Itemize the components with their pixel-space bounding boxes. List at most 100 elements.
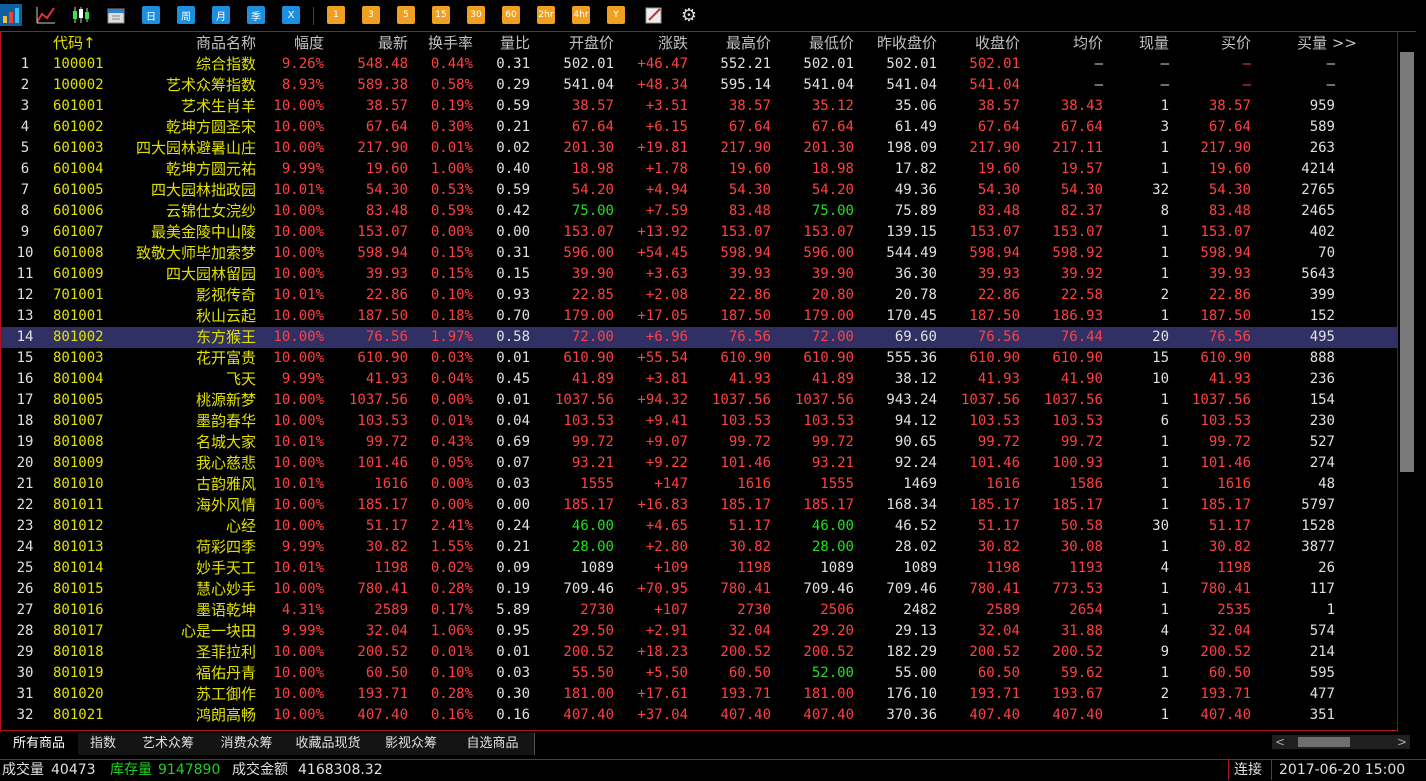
interval-15-button[interactable]: 15	[432, 6, 450, 24]
tab-2[interactable]: 艺术众筹	[128, 733, 209, 755]
table-row[interactable]: 31 801020 苏工御作 10.00% 193.71 0.28% 0.30 181.00 +…	[1, 684, 1397, 705]
table-row[interactable]: 18 801007 墨韵春华 10.00% 103.53 0.01% 0.04 103.53 +…	[1, 411, 1397, 432]
tab-3[interactable]: 消费众筹	[208, 733, 286, 755]
cell-change-pct: 10.00%	[273, 140, 324, 156]
period-day-button[interactable]: 日	[142, 6, 160, 24]
table-row[interactable]: 7 601005 四大园林拙政园 10.01% 54.30 0.53% 0.59 54.20 +…	[1, 180, 1397, 201]
settings-icon[interactable]: ⚙	[678, 5, 700, 26]
bar-chart-icon[interactable]	[0, 4, 22, 26]
table-row[interactable]: 21 801010 古韵雅风 10.01% 1616 0.00% 0.03 1555 +147 1…	[1, 474, 1397, 495]
vertical-scrollbar[interactable]	[1397, 32, 1417, 732]
interval-60-button[interactable]: 60	[502, 6, 520, 24]
column-header-last[interactable]: 最新	[331, 32, 408, 54]
cell-current-vol: 4	[1160, 623, 1169, 639]
column-header-close[interactable]: 收盘价	[941, 32, 1020, 54]
table-row[interactable]: 24 801013 荷彩四季 9.99% 30.82 1.55% 0.21 28.00 +2.8…	[1, 537, 1397, 558]
tab-1[interactable]: 指数	[78, 733, 129, 755]
cell-name: 最美金陵中山陵	[150, 223, 256, 241]
table-row[interactable]: 27 801016 墨语乾坤 4.31% 2589 0.17% 5.89 2730 +107 27…	[1, 600, 1397, 621]
table-row[interactable]: 19 801008 名城大家 10.01% 99.72 0.43% 0.69 99.72 +9.…	[1, 432, 1397, 453]
table-row[interactable]: 5 601003 四大园林避暑山庄 10.00% 217.90 0.01% 0.02 201.…	[1, 138, 1397, 159]
cell-turnover: 0.43%	[430, 434, 473, 450]
column-header-current-vol[interactable]: 现量	[1111, 32, 1169, 54]
column-header-code[interactable]: 代码↑	[53, 32, 113, 54]
table-row[interactable]: 14 801002 东方猴王 10.00% 76.56 1.97% 0.58 72.00 +6.…	[1, 327, 1397, 348]
interval-y-button[interactable]: Y	[607, 6, 625, 24]
table-row[interactable]: 3 601001 艺术生肖羊 10.00% 38.57 0.19% 0.59 38.57 +3.…	[1, 96, 1397, 117]
table-row[interactable]: 8 601006 云锦仕女浣纱 10.00% 83.48 0.59% 0.42 75.00 +7…	[1, 201, 1397, 222]
connection-status[interactable]: 连接	[1234, 760, 1262, 780]
cell-change-pct: 9.26%	[281, 56, 324, 72]
cell-low: 185.17	[803, 497, 854, 513]
cell-avg: 54.30	[1060, 182, 1103, 198]
table-row[interactable]: 10 601008 致敬大师毕加索梦 10.00% 598.94 0.15% 0.31 596…	[1, 243, 1397, 264]
table-row[interactable]: 6 601004 乾坤方圆元祐 9.99% 19.60 1.00% 0.40 18.98 +1.…	[1, 159, 1397, 180]
column-header-turnover[interactable]: 换手率	[411, 32, 473, 54]
interval-1-button[interactable]: 1	[327, 6, 345, 24]
table-row[interactable]: 23 801012 心经 10.00% 51.17 2.41% 0.24 46.00 +4.65…	[1, 516, 1397, 537]
table-row[interactable]: 16 801004 飞天 9.99% 41.93 0.04% 0.45 41.89 +3.81 4…	[1, 369, 1397, 390]
table-row[interactable]: 25 801014 妙手天工 10.01% 1198 0.02% 0.09 1089 +109 1…	[1, 558, 1397, 579]
tab-0[interactable]: 所有商品	[0, 733, 79, 755]
column-header-bid-vol[interactable]: 买量 >>	[1256, 32, 1357, 54]
tab-4[interactable]: 收藏品现货	[285, 733, 372, 755]
table-row[interactable]: 9 601007 最美金陵中山陵 10.00% 153.07 0.00% 0.00 153.0…	[1, 222, 1397, 243]
interval-2hr-button[interactable]: 2hr	[537, 6, 555, 24]
horizontal-scroll-thumb[interactable]	[1298, 737, 1350, 747]
table-row[interactable]: 26 801015 慧心妙手 10.00% 780.41 0.28% 0.19 709.46 +…	[1, 579, 1397, 600]
line-chart-icon[interactable]	[35, 5, 57, 25]
candlestick-icon[interactable]	[70, 5, 92, 25]
draw-icon[interactable]	[643, 5, 665, 25]
table-row[interactable]: 17 801005 桃源新梦 10.00% 1037.56 0.00% 0.01 1037.5…	[1, 390, 1397, 411]
column-header-prev-close[interactable]: 昨收盘价	[856, 32, 937, 54]
table-row[interactable]: 11 601009 四大园林留园 10.00% 39.93 0.15% 0.15 39.90 +…	[1, 264, 1397, 285]
table-row[interactable]: 13 801001 秋山云起 10.00% 187.50 0.18% 0.70 179.00 +…	[1, 306, 1397, 327]
scroll-left-icon[interactable]: <	[1275, 735, 1285, 749]
cell-prev-close: 198.09	[886, 140, 937, 156]
vertical-scroll-thumb[interactable]	[1400, 52, 1414, 472]
column-header-open[interactable]: 开盘价	[536, 32, 614, 54]
cell-change-pct: 10.00%	[273, 686, 324, 702]
interval-5-button[interactable]: 5	[397, 6, 415, 24]
scroll-right-icon[interactable]: >	[1397, 735, 1407, 749]
cell-change: +3.63	[645, 266, 688, 282]
table-row[interactable]: 32 801021 鸿朗高畅 10.00% 407.40 0.16% 0.16 407.40 +…	[1, 705, 1397, 726]
table-row[interactable]: 1 100001 综合指数 9.26% 548.48 0.44% 0.31 502.01 +46…	[1, 54, 1397, 75]
cell-low: 72.00	[811, 329, 854, 345]
period-week-button[interactable]: 周	[177, 6, 195, 24]
table-row[interactable]: 20 801009 我心慈悲 10.00% 101.46 0.05% 0.07 93.21 +9…	[1, 453, 1397, 474]
interval-4hr-button[interactable]: 4hr	[572, 6, 590, 24]
period-month-button[interactable]: 月	[212, 6, 230, 24]
column-header-volume-ratio[interactable]: 量比	[481, 32, 530, 54]
column-header-avg[interactable]: 均价	[1026, 32, 1103, 54]
column-header-high[interactable]: 最高价	[691, 32, 771, 54]
column-header-change-pct[interactable]: 幅度	[261, 32, 324, 54]
cell-low: 39.90	[811, 266, 854, 282]
cell-high: 60.50	[728, 665, 771, 681]
column-header-low[interactable]: 最低价	[776, 32, 854, 54]
tab-5[interactable]: 影视众筹	[371, 733, 452, 755]
cell-prev-close: 541.04	[886, 77, 937, 93]
table-row[interactable]: 2 100002 艺术众筹指数 8.93% 589.38 0.58% 0.29 541.04 +…	[1, 75, 1397, 96]
table-row[interactable]: 28 801017 心是一块田 9.99% 32.04 1.06% 0.95 29.50 +2.…	[1, 621, 1397, 642]
cell-bid-vol: 263	[1309, 140, 1335, 156]
calendar-icon[interactable]	[105, 5, 127, 25]
tab-6[interactable]: 自选商品	[451, 733, 535, 755]
table-row[interactable]: 15 801003 花开富贵 10.00% 610.90 0.03% 0.01 610.90 +…	[1, 348, 1397, 369]
table-row[interactable]: 22 801011 海外风情 10.00% 185.17 0.00% 0.00 185.17 +…	[1, 495, 1397, 516]
table-row[interactable]: 30 801019 福佑丹青 10.00% 60.50 0.10% 0.03 55.50 +5.…	[1, 663, 1397, 684]
cell-avg: 1193	[1069, 560, 1103, 576]
interval-3-button[interactable]: 3	[362, 6, 380, 24]
cell-bid-vol: 959	[1309, 98, 1335, 114]
column-header-bid[interactable]: 买价	[1176, 32, 1251, 54]
horizontal-scrollbar[interactable]: < >	[1272, 735, 1410, 749]
column-header-name[interactable]: 商品名称	[111, 32, 256, 54]
table-row[interactable]: 29 801018 圣菲拉利 10.00% 200.52 0.01% 0.01 200.52 +…	[1, 642, 1397, 663]
column-header-change[interactable]: 涨跌	[621, 32, 688, 54]
cell-bid-vol: 477	[1309, 686, 1335, 702]
table-row[interactable]: 4 601002 乾坤方圆圣宋 10.00% 67.64 0.30% 0.21 67.64 +6…	[1, 117, 1397, 138]
interval-30-button[interactable]: 30	[467, 6, 485, 24]
period-quarter-button[interactable]: 季	[247, 6, 265, 24]
table-row[interactable]: 12 701001 影视传奇 10.01% 22.86 0.10% 0.93 22.85 +2.…	[1, 285, 1397, 306]
period-x-button[interactable]: X	[282, 6, 300, 24]
